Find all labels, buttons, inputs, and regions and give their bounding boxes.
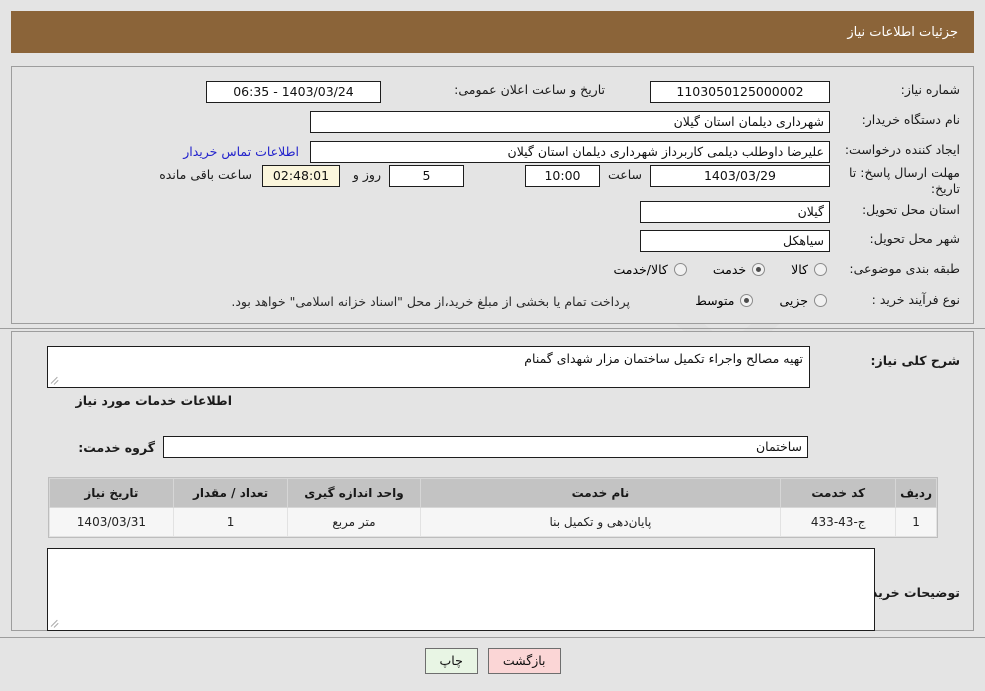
purchase-label-0: جزیی: [779, 293, 808, 308]
page-title: جزئیات اطلاعات نیاز: [847, 24, 958, 40]
city-label: شهر محل تحویل:: [869, 231, 960, 246]
deadline-hour-value: 10:00: [525, 165, 600, 187]
table-col-header-0: ردیف: [895, 478, 937, 508]
description-label: شرح کلی نیاز:: [870, 353, 960, 368]
buyer-contact-link[interactable]: اطلاعات تماس خریدار: [183, 144, 299, 159]
purchase-radio-1[interactable]: [740, 294, 754, 307]
table-col-header-2: نام خدمت: [419, 478, 782, 508]
description-value: تهیه مصالح واجراء تکمیل ساختمان مزار شهد…: [524, 351, 803, 366]
buyer-org-row: نام دستگاه خریدار:: [862, 112, 960, 127]
services-section-heading: اطلاعات خدمات مورد نیاز: [75, 393, 233, 408]
category-option-1[interactable]: خدمت: [712, 262, 766, 277]
category-label: طبقه بندی موضوعی:: [849, 261, 960, 276]
category-radio-1[interactable]: [752, 263, 766, 276]
days-remaining-value: 5: [389, 165, 464, 187]
purchase-type-row: نوع فرآیند خرید :: [872, 292, 960, 307]
purchase-radio-0[interactable]: [814, 294, 827, 307]
purchase-label-1: متوسط: [695, 293, 735, 308]
resize-grip-icon[interactable]: [50, 374, 62, 386]
deadline-hour-label: ساعت: [607, 167, 642, 182]
city-row: شهر محل تحویل:: [870, 231, 960, 246]
table-header-row: ردیف کد خدمت نام خدمت واحد اندازه گیری تعداد…: [49, 478, 937, 508]
public-announce-value: 1403/03/24 - 06:35: [206, 81, 381, 103]
table-cell-2: پایان‌دهی و تکمیل بنا: [419, 507, 782, 537]
description-textarea[interactable]: تهیه مصالح واجراء تکمیل ساختمان مزار شهد…: [47, 346, 810, 388]
requester-label: ایجاد کننده درخواست:: [844, 142, 960, 157]
city-value: سیاهکل: [640, 230, 830, 252]
buyer-notes-textarea[interactable]: [47, 548, 875, 631]
service-group-value: ساختمان: [163, 436, 808, 458]
category-option-0[interactable]: کالا: [791, 262, 827, 277]
back-button[interactable]: بازگشت: [487, 648, 561, 674]
page-title-bar: جزئیات اطلاعات نیاز: [11, 11, 974, 53]
category-option-2[interactable]: کالا/خدمت: [613, 262, 687, 277]
need-number-label: شماره نیاز:: [900, 82, 960, 97]
province-value: گیلان: [640, 201, 830, 223]
treasury-note: پرداخت تمام یا بخشی از مبلغ خرید،از محل …: [231, 294, 630, 309]
services-table: ردیف کد خدمت نام خدمت واحد اندازه گیری تعداد…: [49, 478, 937, 537]
purchase-type-label: نوع فرآیند خرید :: [871, 292, 960, 307]
province-label: استان محل تحویل:: [861, 202, 960, 217]
public-announce-label: تاریخ و ساعت اعلان عمومی:: [454, 82, 605, 97]
table-col-header-3: واحد اندازه گیری: [287, 478, 421, 508]
table-cell-3: متر مربع: [287, 507, 421, 537]
print-button[interactable]: چاپ: [424, 648, 478, 674]
services-table-wrap: ردیف کد خدمت نام خدمت واحد اندازه گیری تعداد…: [48, 477, 938, 538]
deadline-label: مهلت ارسال پاسخ: تا تاریخ:: [849, 165, 960, 196]
need-details-panel: [11, 66, 974, 324]
category-radio-0[interactable]: [814, 263, 827, 276]
category-label-2: کالا/خدمت: [613, 262, 668, 277]
need-number-value: 1103050125000002: [650, 81, 830, 103]
table-cell-4: 1: [172, 507, 289, 537]
deadline-row: مهلت ارسال پاسخ: تا تاریخ:: [835, 165, 960, 197]
purchase-option-0[interactable]: جزیی: [779, 293, 827, 308]
section-divider-top: [0, 328, 985, 329]
public-announce-row: تاریخ و ساعت اعلان عمومی:: [454, 82, 605, 97]
requester-row: ایجاد کننده درخواست:: [845, 142, 960, 157]
need-number-row: شماره نیاز:: [901, 82, 960, 97]
table-body: 1 ج-43-433 پایان‌دهی و تکمیل بنا متر مربع 1 1…: [49, 507, 937, 537]
purchase-radio-group[interactable]: جزیی متوسط: [695, 293, 827, 308]
purchase-option-1[interactable]: متوسط: [695, 293, 754, 308]
table-cell-5: 1403/03/31: [49, 507, 174, 537]
category-radio-2[interactable]: [673, 263, 687, 276]
deadline-date-value: 1403/03/29: [650, 165, 830, 187]
countdown-timer: 02:48:01: [262, 165, 340, 187]
table-cell-0: 1: [895, 507, 937, 537]
category-row: طبقه بندی موضوعی:: [849, 261, 960, 276]
resize-grip-icon-notes[interactable]: [50, 617, 62, 629]
category-radio-group[interactable]: کالا خدمت کالا/خدمت: [613, 262, 827, 277]
category-label-1: خدمت: [712, 262, 747, 277]
table-col-header-1: کد خدمت: [780, 478, 897, 508]
table-col-header-4: تعداد / مقدار: [172, 478, 289, 508]
service-group-label: گروه خدمت:: [78, 440, 155, 455]
table-row: 1 ج-43-433 پایان‌دهی و تکمیل بنا متر مربع 1 1…: [49, 507, 937, 537]
category-label-0: کالا: [791, 262, 808, 277]
countdown-suffix-label: ساعت باقی مانده: [159, 167, 252, 182]
requester-value: علیرضا داوطلب دیلمی کاربرداز شهرداری دیل…: [310, 141, 830, 163]
buyer-org-label: نام دستگاه خریدار:: [861, 112, 960, 127]
table-cell-1: ج-43-433: [780, 507, 897, 537]
buyer-org-value: شهرداری دیلمان استان گیلان: [310, 111, 830, 133]
table-col-header-5: تاریخ نیاز: [49, 478, 174, 508]
days-word-label: روز و: [352, 167, 381, 182]
action-button-bar: بازگشت چاپ: [0, 648, 985, 674]
section-divider-bottom: [0, 637, 985, 638]
province-row: استان محل تحویل:: [862, 202, 960, 217]
